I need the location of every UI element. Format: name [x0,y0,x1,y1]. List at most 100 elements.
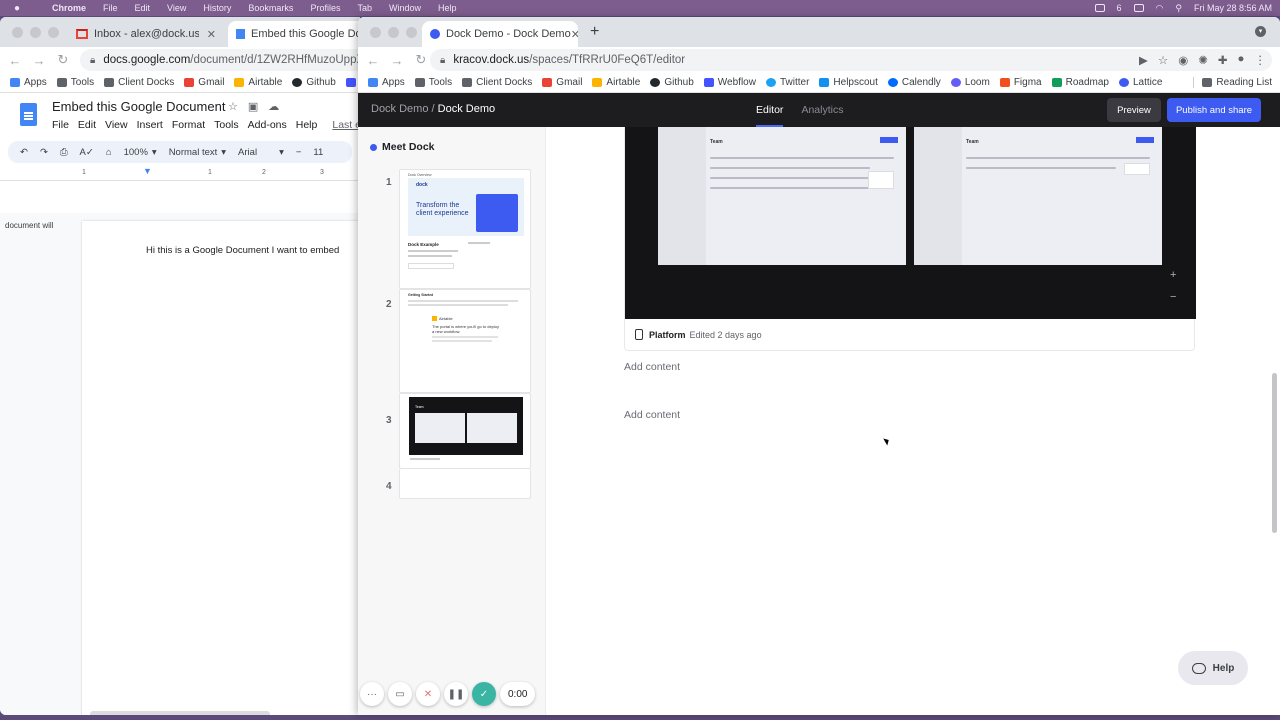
camera-toggle-button[interactable]: ▭ [388,682,412,706]
address-bar[interactable]: 🔒︎ kracov.dock.us/spaces/TfRRrU0FeQ6T/ed… [430,49,1272,71]
bookmark-helpscout[interactable]: Helpscout [819,77,878,88]
bookmark-lattice[interactable]: Lattice [1118,77,1162,88]
address-bar[interactable]: 🔒︎ docs.google.com/document/d/1ZW2RHfMuz… [80,49,360,71]
puzzle-icon[interactable]: ✚ [1218,53,1228,67]
doc-title[interactable]: Embed this Google Document [52,99,225,114]
docs-menu-tools[interactable]: Tools [214,119,239,131]
close-tab-icon[interactable]: ✕ [207,28,216,41]
indent-marker-icon[interactable]: ▼ [143,166,152,176]
bookmark-airtable[interactable]: Airtable [592,77,640,88]
reading-list[interactable]: Reading List [1193,77,1272,88]
zoom-window-button[interactable] [48,27,59,38]
tab-editor[interactable]: Editor [756,93,784,127]
onepassword-icon[interactable]: ◉ [1178,53,1188,67]
docs-menu-addons[interactable]: Add-ons [248,119,287,131]
bookmark-tools[interactable]: Tools [414,77,452,88]
bookmark-github[interactable]: Github [292,77,336,88]
redo-icon[interactable]: ↷ [40,147,48,158]
bookmark-gmail[interactable]: Gmail [184,77,224,88]
menu-help[interactable]: Help [438,3,457,13]
extension-icon[interactable]: ✺ [1198,53,1208,67]
bookmark-airtable[interactable]: Airtable [234,77,282,88]
tab-embed-doc[interactable]: Embed this Google Documen [228,21,360,47]
preview-button[interactable]: Preview [1107,98,1161,122]
vertical-scrollbar[interactable] [1272,373,1277,533]
move-folder-icon[interactable]: ▣ [248,100,258,113]
breadcrumb-space[interactable]: Dock Demo [438,103,495,115]
slide-thumbnail-3[interactable]: Team [399,393,531,469]
close-window-button[interactable] [370,27,381,38]
star-icon[interactable]: ☆ [228,100,238,113]
avatar[interactable]: ● [1238,53,1245,67]
style-select[interactable]: Normal text [169,147,218,158]
wifi-icon[interactable]: ◠ [1156,3,1164,14]
minimize-window-button[interactable] [30,27,41,38]
bookmark-twitter[interactable]: Twitter [765,77,809,88]
lock-icon[interactable]: 🔒︎ [440,55,445,66]
last-edit-link[interactable]: Last edit [332,119,360,131]
bookmark-roadmap[interactable]: Roadmap [1051,77,1109,88]
print-icon[interactable]: ⎙ [60,147,68,158]
add-content-button[interactable]: Add content [624,409,680,421]
back-icon[interactable]: ← [364,53,382,68]
cloud-saved-icon[interactable]: ☁ [268,100,279,113]
menu-edit[interactable]: Edit [135,3,151,13]
bookmark-client-docks[interactable]: Client Docks [104,77,174,88]
back-icon[interactable]: ← [6,53,24,68]
bookmark-tools[interactable]: Tools [56,77,94,88]
docs-menu-help[interactable]: Help [296,119,318,131]
bookmark-github[interactable]: Github [650,77,694,88]
new-tab-icon[interactable]: + [590,23,599,41]
publish-and-share-button[interactable]: Publish and share [1167,98,1261,122]
font-select[interactable]: Arial [238,147,257,158]
menu-history[interactable]: History [203,3,231,13]
zoom-in-icon[interactable]: + [1170,269,1176,281]
more-options-button[interactable]: ··· [360,682,384,706]
docs-menu-format[interactable]: Format [172,119,205,131]
google-docs-logo-icon[interactable] [20,103,37,126]
chevron-down-icon[interactable]: ▾ [152,147,157,158]
bookmark-apps[interactable]: Apps [368,77,405,88]
space-title[interactable]: Meet Dock [370,141,435,153]
tab-search-icon[interactable]: ▾ [1255,26,1266,37]
search-icon[interactable]: ⚲ [1175,3,1182,14]
screen-icon[interactable] [1094,4,1105,12]
pause-recording-button[interactable]: ❚❚ [444,682,468,706]
bookmark-calendly[interactable]: Calendly [887,77,941,88]
bookmark-gmail[interactable]: Gmail [542,77,582,88]
bookmark-loom[interactable]: Loom [950,77,990,88]
close-window-button[interactable] [12,27,23,38]
menu-app-name[interactable]: Chrome [52,3,86,13]
doc-page[interactable] [82,221,360,715]
chevron-down-icon[interactable]: ▾ [279,147,284,158]
close-tab-icon[interactable]: ✕ [571,28,578,41]
docs-menu-insert[interactable]: Insert [137,119,163,131]
cancel-recording-button[interactable]: ✕ [416,682,440,706]
bookmark-client-docks[interactable]: Client Docks [462,77,532,88]
spellcheck-icon[interactable]: A✓ [80,147,94,158]
zoom-window-button[interactable] [406,27,417,38]
decrease-font-icon[interactable]: − [296,147,302,158]
tab-dock-demo[interactable]: Dock Demo - Dock Demo ✕ [422,21,578,47]
tab-inbox[interactable]: Inbox - alex@dock.us - Dock M ✕ [68,21,224,47]
menu-file[interactable]: File [103,3,118,13]
forward-icon[interactable]: → [388,53,406,68]
star-icon[interactable]: ☆ [1158,53,1168,67]
status-count[interactable]: 6 [1117,3,1122,13]
doc-body-text[interactable]: Hi this is a Google Document I want to e… [146,245,339,256]
undo-icon[interactable]: ↶ [20,147,28,158]
menu-bookmarks[interactable]: Bookmarks [248,3,293,13]
help-button[interactable]: Help [1178,651,1248,685]
clock[interactable]: Fri May 28 8:56 AM [1194,3,1272,13]
slide-thumbnail-2[interactable]: Getting Started Airtable The portal is w… [399,289,531,393]
reload-icon[interactable]: ↻ [412,52,430,68]
forward-icon[interactable]: → [30,53,48,68]
finish-recording-button[interactable]: ✓ [472,682,496,706]
breadcrumb-workspace[interactable]: Dock Demo [371,103,428,115]
tab-analytics[interactable]: Analytics [801,93,843,127]
bookmark-figma[interactable]: Figma [999,77,1042,88]
reload-icon[interactable]: ↻ [54,52,72,68]
font-size-input[interactable]: 11 [313,147,323,158]
minimize-window-button[interactable] [388,27,399,38]
apple-icon[interactable]: ● [14,3,28,14]
